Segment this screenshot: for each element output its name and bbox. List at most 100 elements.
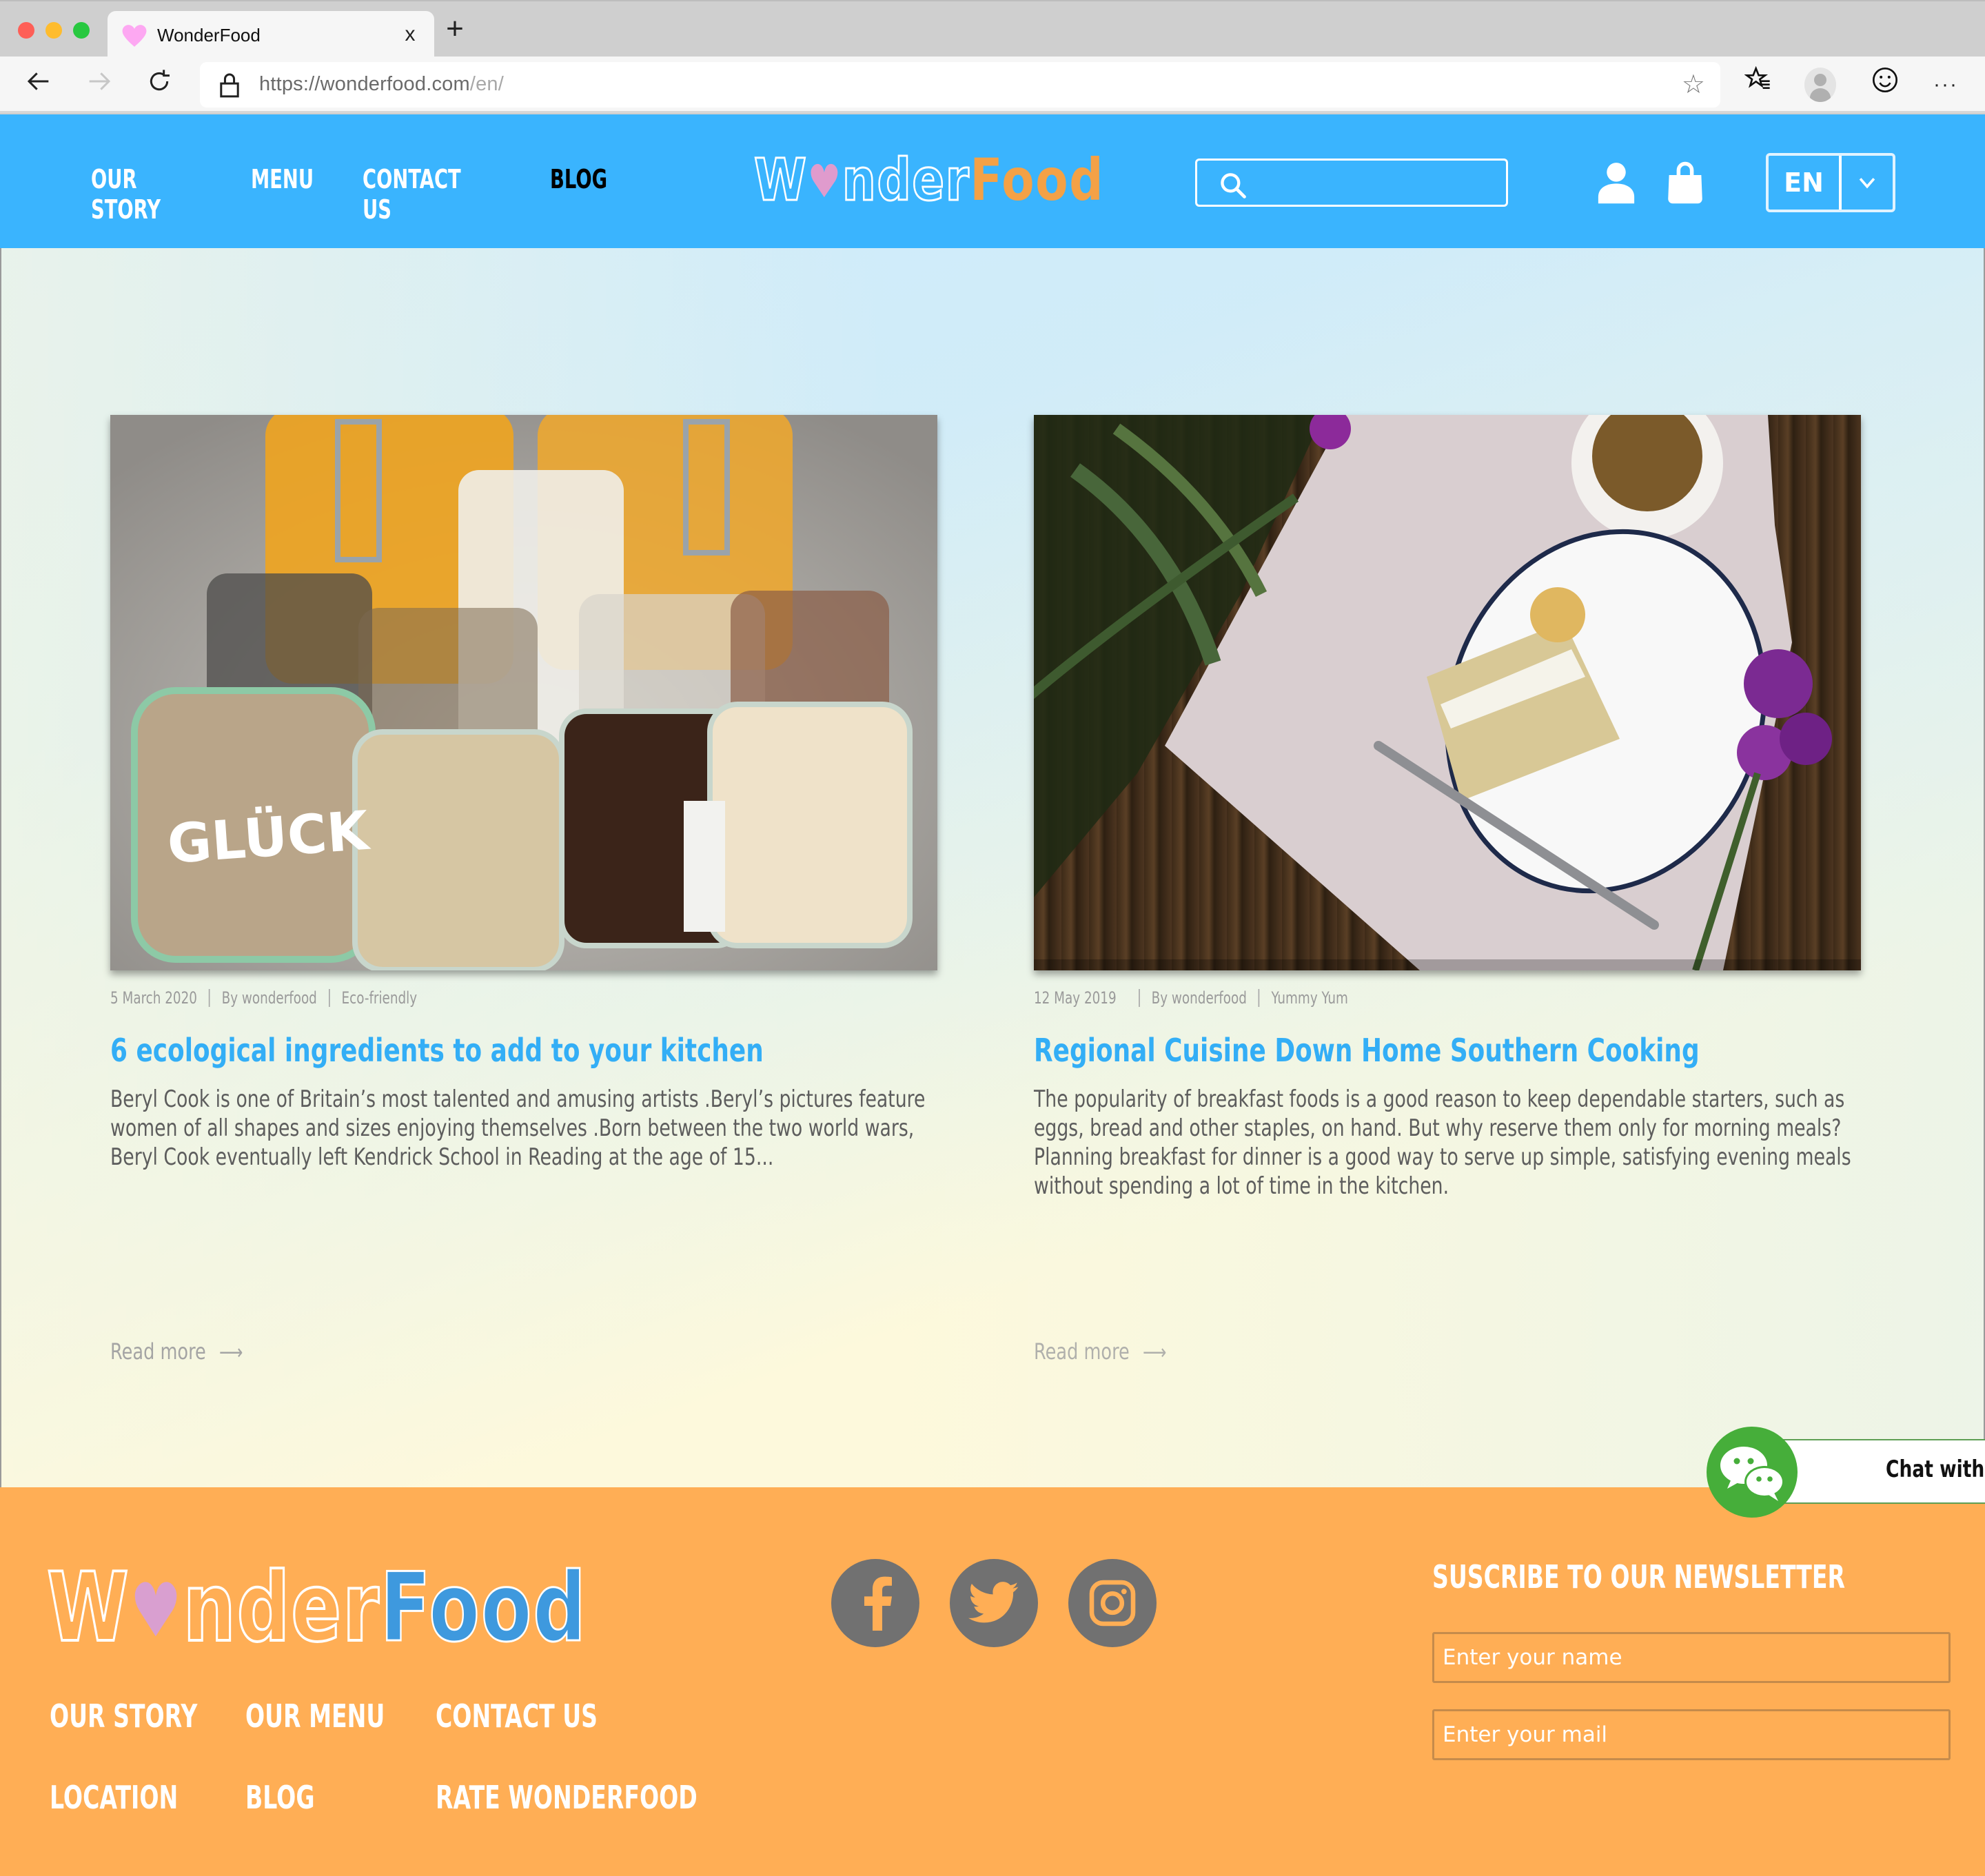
close-window-button[interactable] (18, 22, 34, 39)
wechat-icon[interactable] (1707, 1427, 1798, 1518)
newsletter-mail-input[interactable] (1432, 1709, 1951, 1760)
meta-divider (208, 989, 210, 1007)
minimize-window-button[interactable] (45, 22, 62, 39)
post-author[interactable]: By wonderfood (1152, 988, 1247, 1008)
heart-icon: ♥ (130, 1568, 183, 1654)
footer-link-location[interactable]: LOCATION (50, 1780, 190, 1815)
cake-photo-illustration (1034, 415, 1861, 970)
profile-icon[interactable] (1802, 66, 1839, 103)
arrow-right-icon: ⟶ (1142, 1340, 1167, 1365)
browser-toolbar: https://wonderfood.com/en/ ☆ ··· (0, 57, 1985, 113)
footer-link-blog[interactable]: BLOG (245, 1780, 383, 1815)
logo-wonder: nder (182, 1551, 380, 1664)
post-title[interactable]: 6 ecological ingredients to add to your … (110, 1031, 764, 1070)
back-icon (27, 72, 49, 90)
back-button[interactable] (22, 68, 57, 102)
user-account-icon[interactable] (1594, 160, 1639, 205)
search-box[interactable] (1195, 159, 1508, 207)
instagram-icon (1089, 1580, 1136, 1627)
language-selector[interactable]: EN (1766, 153, 1895, 212)
newsletter-title: SUSCRIBE TO OUR NEWSLETTER (1432, 1558, 1846, 1595)
close-tab-button[interactable]: x (398, 21, 422, 48)
search-icon[interactable] (1218, 170, 1248, 201)
facebook-icon (864, 1576, 892, 1631)
meta-divider (328, 989, 330, 1007)
post-image[interactable]: x GLÜCK (110, 415, 937, 970)
post-meta: 12 May 2019 By wonderfood Yummy Yum (1034, 984, 1737, 1012)
tab-title: WonderFood (157, 25, 261, 45)
post-meta: 5 March 2020 By wonderfood Eco-friendly (110, 984, 813, 1012)
post-title[interactable]: Regional Cuisine Down Home Southern Cook… (1034, 1031, 1700, 1070)
read-more-label: Read more (110, 1338, 206, 1365)
url-host: https://wonderfood.com (259, 73, 470, 95)
favorites-icon[interactable] (1740, 65, 1777, 103)
meta-divider (1258, 989, 1260, 1007)
blog-content: x GLÜCK 5 March 2020 By wonderfood Eco-f… (0, 248, 1985, 1487)
twitter-icon (968, 1582, 1019, 1623)
search-input[interactable] (1256, 165, 1498, 201)
heart-icon: ♥ (807, 155, 842, 208)
address-bar[interactable]: https://wonderfood.com/en/ ☆ (200, 62, 1720, 108)
read-more-label: Read more (1034, 1338, 1130, 1365)
reload-button[interactable] (142, 68, 176, 102)
facebook-button[interactable] (831, 1559, 919, 1647)
main-nav: OUR STORY MENU CONTACT US BLOG (91, 164, 629, 225)
post-date: 5 March 2020 (110, 988, 197, 1008)
nav-contact-us[interactable]: CONTACT US (363, 164, 467, 225)
logo-food: Food (970, 146, 1105, 214)
url-text[interactable]: https://wonderfood.com/en/ (259, 73, 504, 96)
footer-logo[interactable]: W♥nderFood (45, 1551, 587, 1664)
read-more-link[interactable]: Read more ⟶ (110, 1338, 243, 1365)
chevron-down-icon[interactable] (1842, 156, 1893, 210)
meta-divider (1138, 989, 1140, 1007)
footer-link-our-menu[interactable]: OUR MENU (245, 1698, 385, 1734)
new-tab-button[interactable]: + (441, 14, 469, 44)
lock-icon (220, 73, 239, 98)
logo-w: W (45, 1551, 130, 1664)
footer-link-contact-us[interactable]: CONTACT US (436, 1698, 634, 1734)
arrow-right-icon: ⟶ (218, 1340, 243, 1365)
forward-button[interactable] (81, 68, 116, 102)
read-more-link[interactable]: Read more ⟶ (1034, 1338, 1166, 1365)
logo-wonder: nder (842, 145, 970, 215)
heart-icon (122, 25, 147, 47)
post-category[interactable]: Eco-friendly (342, 988, 418, 1008)
social-links (831, 1559, 1157, 1647)
site-footer: W♥nderFood OUR STORY OUR MENU CONTACT US… (0, 1487, 1985, 1876)
chat-widget[interactable]: Chat with us! (1707, 1427, 1985, 1518)
post-image[interactable] (1034, 415, 1861, 970)
language-code: EN (1769, 156, 1842, 210)
feedback-smiley-icon[interactable] (1866, 66, 1904, 103)
nav-blog[interactable]: BLOG (550, 164, 607, 225)
footer-link-rate-wonderfood[interactable]: RATE WONDERFOOD (436, 1780, 698, 1815)
post-excerpt: Beryl Cook is one of Britain’s most tale… (110, 1085, 926, 1171)
logo-food: Food (379, 1551, 587, 1664)
footer-link-our-story[interactable]: OUR STORY (50, 1698, 197, 1734)
post-excerpt: The popularity of breakfast foods is a g… (1034, 1085, 1851, 1200)
add-favorite-star-icon[interactable]: ☆ (1682, 69, 1705, 100)
nav-our-story[interactable]: OUR STORY (91, 164, 175, 225)
jars-photo-illustration: x GLÜCK (110, 415, 937, 970)
more-icon[interactable]: ··· (1927, 66, 1964, 103)
url-path: /en/ (469, 73, 505, 95)
nav-menu[interactable]: MENU (251, 164, 314, 225)
chat-label: Chat with us! (1886, 1456, 1985, 1483)
browser-tab[interactable]: WonderFood x (108, 11, 434, 59)
reload-icon (150, 70, 170, 91)
site-logo[interactable]: W♥nderFood (753, 145, 1105, 215)
shopping-bag-icon[interactable] (1662, 160, 1708, 205)
newsletter-form: SUSCRIBE TO OUR NEWSLETTER (1432, 1556, 1951, 1760)
instagram-button[interactable] (1068, 1559, 1157, 1647)
footer-nav: OUR STORY OUR MENU CONTACT US LOCATION B… (50, 1698, 711, 1815)
forward-icon (89, 72, 111, 90)
blog-post-card: 12 May 2019 By wonderfood Yummy Yum Regi… (1034, 415, 1861, 1365)
newsletter-name-input[interactable] (1432, 1632, 1951, 1683)
maximize-window-button[interactable] (73, 22, 90, 39)
post-author[interactable]: By wonderfood (222, 988, 317, 1008)
post-category[interactable]: Yummy Yum (1272, 988, 1348, 1008)
twitter-button[interactable] (950, 1559, 1038, 1647)
logo-w: W (753, 145, 808, 215)
browser-tab-bar: WonderFood x + (0, 0, 1985, 59)
blog-post-card: x GLÜCK 5 March 2020 By wonderfood Eco-f… (110, 415, 937, 1365)
post-date: 12 May 2019 (1034, 988, 1117, 1008)
